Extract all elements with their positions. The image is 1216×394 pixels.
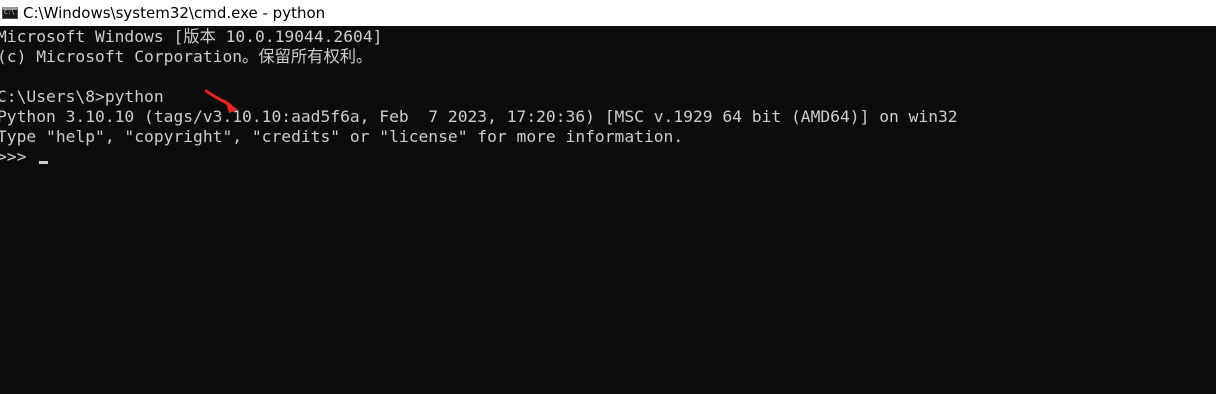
prompt-line[interactable]: >>>	[0, 147, 1216, 167]
python-prompt: >>>	[0, 147, 37, 166]
text-cursor	[39, 161, 49, 164]
console-line: Type "help", "copyright", "credits" or "…	[0, 127, 684, 146]
console-output[interactable]: Microsoft Windows [版本 10.0.19044.2604] (…	[0, 27, 1216, 394]
console-line: Microsoft Windows [版本 10.0.19044.2604]	[0, 27, 383, 46]
red-arrow-annotation	[205, 89, 238, 113]
cmd-window: C:\Windows\system32\cmd.exe - python Mic…	[0, 0, 1216, 394]
console-line: (c) Microsoft Corporation。保留所有权利。	[0, 47, 373, 66]
arrow-head	[224, 99, 238, 113]
title-bar[interactable]: C:\Windows\system32\cmd.exe - python	[0, 0, 1216, 26]
console-line: C:\Users\8>python	[0, 87, 164, 106]
window-title: C:\Windows\system32\cmd.exe - python	[23, 4, 326, 22]
cmd-icon	[2, 7, 18, 19]
console-line: Python 3.10.10 (tags/v3.10.10:aad5f6a, F…	[0, 107, 958, 126]
